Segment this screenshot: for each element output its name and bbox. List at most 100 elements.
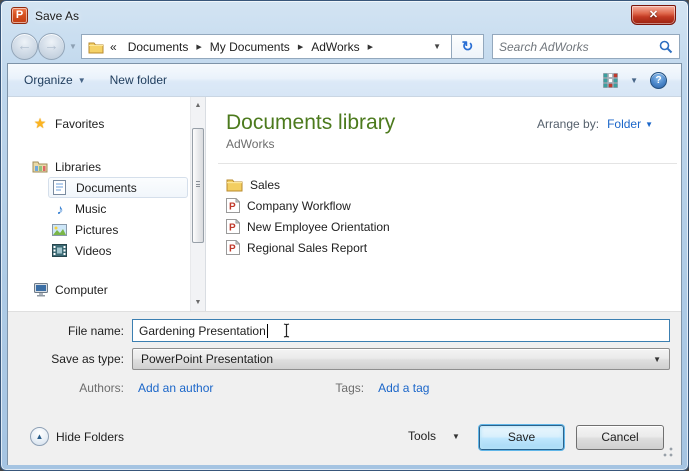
breadcrumb-separator-icon[interactable]: ▶ (296, 43, 305, 51)
refresh-icon: ↻ (461, 38, 474, 54)
folder-icon (226, 178, 243, 192)
sidebar-item-label: Videos (75, 243, 112, 258)
back-button[interactable]: ← (11, 33, 38, 60)
new-folder-button[interactable]: New folder (102, 69, 175, 91)
library-subtitle: AdWorks (226, 137, 275, 151)
sidebar-item-libraries[interactable]: Libraries (28, 156, 190, 177)
text-caret (266, 323, 268, 338)
sidebar-item-label: Favorites (55, 116, 105, 131)
sidebar-item-documents[interactable]: Documents (48, 177, 188, 198)
file-name: Company Workflow (247, 198, 351, 213)
sidebar-item-videos[interactable]: Videos (48, 240, 190, 261)
video-icon (52, 244, 68, 257)
ibeam-cursor (282, 323, 291, 338)
chevron-down-icon: ▼ (653, 354, 661, 364)
sidebar-item-favorites[interactable]: ★ Favorites (28, 113, 190, 134)
powerpoint-file-icon: P (226, 198, 240, 213)
add-author-link[interactable]: Add an author (138, 381, 213, 395)
file-name: New Employee Orientation (247, 219, 390, 234)
sidebar-item-label: Pictures (75, 222, 119, 237)
file-row-sales[interactable]: Sales (226, 174, 681, 195)
new-folder-label: New folder (109, 73, 167, 87)
save-as-type-label: Save as type: (51, 352, 124, 366)
views-icon[interactable] (603, 73, 618, 88)
sidebar-scrollbar[interactable]: ▲ ▼ (190, 97, 205, 311)
music-note-icon: ♪ (56, 200, 64, 217)
libraries-icon (32, 160, 48, 173)
search-placeholder: Search AdWorks (499, 39, 589, 54)
computer-icon (32, 282, 48, 297)
star-icon: ★ (33, 115, 47, 131)
navigation-bar: ← → ▼ « Documents ▶ My Documents ▶ AdWor… (7, 33, 682, 60)
forward-button[interactable]: → (38, 33, 65, 60)
powerpoint-file-icon: P (226, 219, 240, 234)
sidebar-item-label: Music (75, 201, 107, 216)
navigation-pane: ★ Favorites Libraries Documents ♪ Music … (8, 97, 190, 311)
recent-locations-dropdown[interactable]: ▼ (69, 42, 77, 51)
document-icon (53, 180, 69, 195)
file-row-new-employee-orientation[interactable]: P New Employee Orientation (226, 216, 681, 237)
scroll-up-icon[interactable]: ▲ (191, 98, 205, 113)
sidebar-item-label: Documents (76, 180, 137, 195)
file-row-company-workflow[interactable]: P Company Workflow (226, 195, 681, 216)
file-name-input[interactable]: Gardening Presentation (132, 319, 670, 342)
breadcrumb[interactable]: « Documents ▶ My Documents ▶ AdWorks ▶ ▼ (81, 34, 452, 59)
save-options-panel: File name: Gardening Presentation Save a… (8, 311, 681, 465)
authors-label: Authors: (79, 381, 124, 395)
save-button[interactable]: Save (479, 425, 564, 450)
cancel-button[interactable]: Cancel (576, 425, 664, 450)
tags-label: Tags: (335, 381, 365, 395)
powerpoint-file-icon: P (226, 240, 240, 255)
save-as-type-dropdown[interactable]: PowerPoint Presentation ▼ (132, 348, 670, 370)
search-icon[interactable] (659, 40, 673, 54)
breadcrumb-separator-icon[interactable]: ▶ (194, 43, 203, 51)
close-button[interactable]: ✕ (631, 5, 676, 25)
scroll-down-icon[interactable]: ▼ (191, 295, 205, 310)
breadcrumb-segment-my-documents[interactable]: My Documents (204, 40, 296, 54)
search-box[interactable]: Search AdWorks (492, 34, 680, 59)
sidebar-item-pictures[interactable]: Pictures (48, 219, 190, 240)
save-as-dialog: P Save As ✕ ← → ▼ « Documents ▶ My Docum… (0, 0, 689, 471)
resize-grip[interactable] (663, 447, 673, 457)
picture-icon (52, 223, 68, 236)
file-name: Sales (250, 177, 281, 192)
views-dropdown-icon[interactable]: ▼ (630, 76, 638, 85)
help-button[interactable]: ? (650, 72, 667, 89)
svg-text:P: P (229, 223, 236, 234)
save-as-type-value: PowerPoint Presentation (141, 352, 274, 366)
scrollbar-thumb[interactable] (192, 128, 204, 243)
window-title: Save As (35, 9, 80, 23)
organize-label: Organize (24, 73, 73, 87)
tools-dropdown[interactable]: Tools ▼ (408, 429, 460, 443)
add-tag-link[interactable]: Add a tag (378, 381, 429, 395)
breadcrumb-segment-adworks[interactable]: AdWorks (305, 40, 365, 54)
tools-label: Tools (408, 429, 437, 443)
chevron-down-icon: ▼ (452, 431, 460, 441)
sidebar-item-music[interactable]: ♪ Music (48, 198, 190, 219)
back-arrow-icon: ← (17, 37, 32, 54)
chevron-up-icon: ▲ (30, 427, 49, 446)
command-toolbar: Organize ▼ New folder ▼ ? (8, 64, 681, 97)
refresh-button[interactable]: ↻ (451, 34, 484, 59)
file-list-pane: Documents library AdWorks Arrange by: Fo… (205, 97, 681, 311)
arrange-by-dropdown[interactable]: Folder ▼ (607, 117, 653, 131)
breadcrumb-separator-icon[interactable]: ▶ (366, 43, 375, 51)
breadcrumb-segment-documents[interactable]: Documents (122, 40, 195, 54)
chevron-down-icon: ▼ (645, 119, 653, 129)
address-dropdown-icon[interactable]: ▼ (427, 42, 447, 51)
folder-browser: ★ Favorites Libraries Documents ♪ Music … (8, 97, 681, 311)
forward-arrow-icon: → (44, 37, 59, 54)
hide-folders-button[interactable]: ▲ Hide Folders (30, 427, 124, 446)
sidebar-item-label: Computer (55, 282, 108, 297)
file-row-regional-sales-report[interactable]: P Regional Sales Report (226, 237, 681, 258)
svg-text:P: P (229, 202, 236, 213)
sidebar-item-computer[interactable]: Computer (28, 279, 190, 300)
folder-icon (88, 40, 104, 54)
file-name-value: Gardening Presentation (139, 323, 266, 338)
file-name: Regional Sales Report (247, 240, 368, 255)
arrange-by-label: Arrange by: (537, 117, 600, 131)
organize-menu-button[interactable]: Organize ▼ (16, 69, 94, 91)
sidebar-item-label: Libraries (55, 159, 102, 174)
breadcrumb-collapsed-icon[interactable]: « (110, 40, 117, 54)
hide-folders-label: Hide Folders (56, 429, 125, 444)
